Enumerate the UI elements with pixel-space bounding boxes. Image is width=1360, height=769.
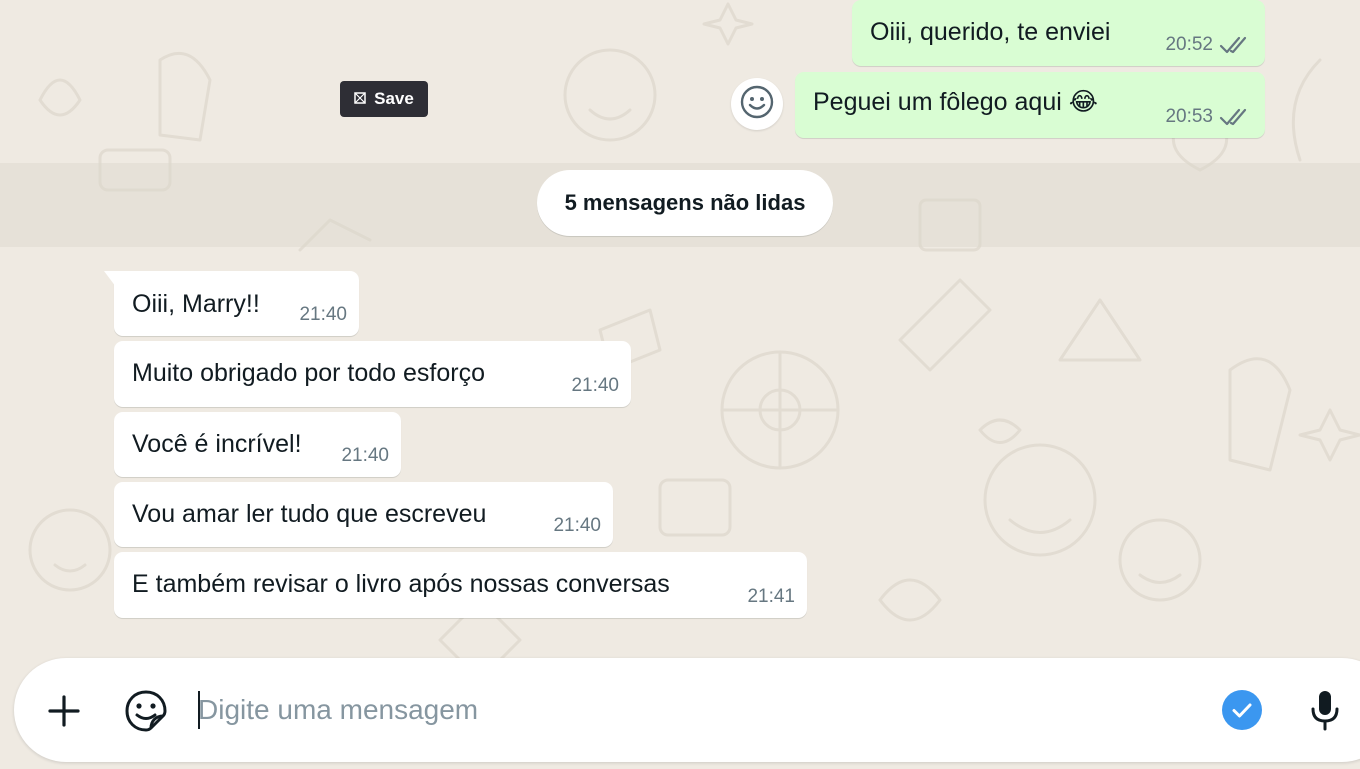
message-meta: 20:52 xyxy=(1165,34,1251,56)
incoming-message[interactable]: E também revisar o livro após nossas con… xyxy=(114,552,807,618)
message-time: 20:53 xyxy=(1165,106,1213,127)
unread-messages-divider: 5 mensagens não lidas xyxy=(537,170,833,236)
microphone-icon[interactable] xyxy=(1309,689,1341,736)
incoming-message[interactable]: Você é incrível! 21:40 xyxy=(114,412,401,477)
message-time: 20:52 xyxy=(1165,34,1213,55)
smiley-icon xyxy=(739,84,775,125)
unread-label: 5 mensagens não lidas xyxy=(564,190,806,215)
outgoing-message[interactable]: Oiii, querido, te enviei 20:52 xyxy=(852,0,1265,66)
message-meta: 21:40 xyxy=(553,515,601,537)
message-input[interactable] xyxy=(198,688,1178,732)
message-time: 21:40 xyxy=(553,515,601,536)
incoming-message[interactable]: Vou amar ler tudo que escreveu 21:40 xyxy=(114,482,613,547)
message-text: Oiii, Marry!! xyxy=(132,290,260,318)
sticker-icon[interactable] xyxy=(124,689,168,738)
message-meta: 21:40 xyxy=(299,304,347,326)
read-double-check-icon xyxy=(1219,106,1251,128)
incoming-message[interactable]: Oiii, Marry!! 21:40 xyxy=(104,271,359,336)
text-caret xyxy=(198,691,200,729)
message-meta: 21:40 xyxy=(571,375,619,397)
message-time: 21:41 xyxy=(747,586,795,607)
save-icon xyxy=(354,89,366,109)
message-time: 21:40 xyxy=(299,304,347,325)
message-text: Peguei um fôlego aqui 😂 xyxy=(813,88,1098,116)
message-meta: 20:53 xyxy=(1165,106,1251,128)
plus-icon[interactable] xyxy=(44,691,84,736)
read-double-check-icon xyxy=(1219,34,1251,56)
message-meta: 21:40 xyxy=(341,445,389,467)
message-text: Oiii, querido, te enviei xyxy=(870,18,1111,46)
bubble-tail xyxy=(104,271,116,287)
message-text: Muito obrigado por todo esforço xyxy=(132,359,485,387)
chat-window: Oiii, querido, te enviei 20:52 Peguei um… xyxy=(0,0,1360,769)
save-button[interactable]: Save xyxy=(340,81,428,117)
message-time: 21:40 xyxy=(571,375,619,396)
incoming-message[interactable]: Muito obrigado por todo esforço 21:40 xyxy=(114,341,631,407)
message-text: Você é incrível! xyxy=(132,430,302,458)
message-composer xyxy=(14,658,1360,762)
react-emoji-button[interactable] xyxy=(731,78,783,130)
message-meta: 21:41 xyxy=(747,586,795,608)
check-circle-icon[interactable] xyxy=(1221,689,1263,736)
save-button-label: Save xyxy=(374,89,414,108)
message-text: E também revisar o livro após nossas con… xyxy=(132,570,670,598)
message-time: 21:40 xyxy=(341,445,389,466)
message-text: Vou amar ler tudo que escreveu xyxy=(132,500,487,528)
outgoing-message[interactable]: Peguei um fôlego aqui 😂 20:53 xyxy=(795,72,1265,138)
